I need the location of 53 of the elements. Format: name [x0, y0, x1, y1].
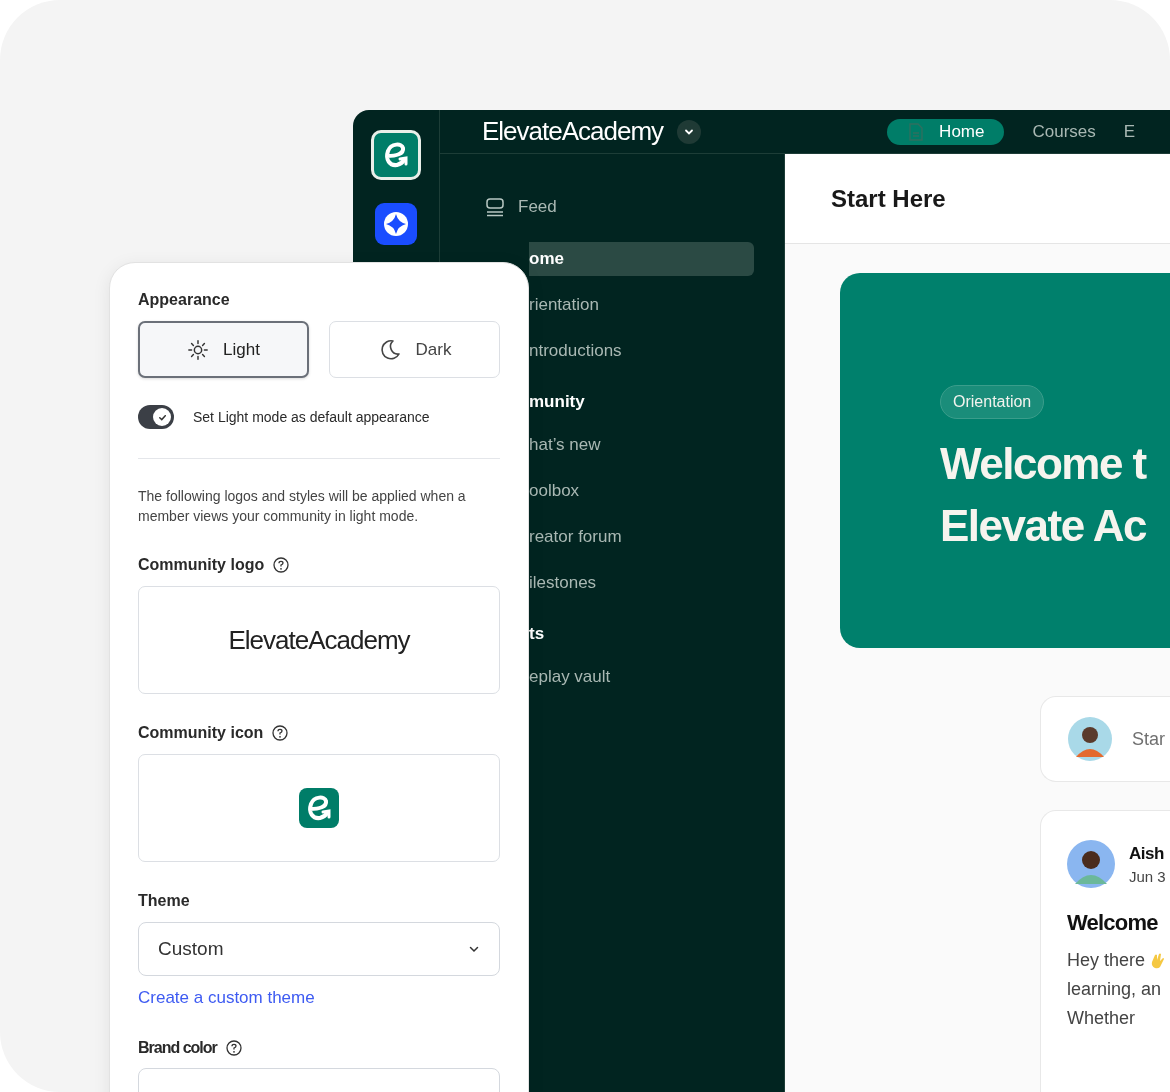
- post-input-field[interactable]: Star: [1132, 728, 1170, 750]
- icon-upload-area[interactable]: [138, 754, 500, 862]
- sidebar-item[interactable]: ome: [529, 242, 754, 276]
- feed-icon: [485, 197, 505, 217]
- document-icon: [909, 122, 924, 141]
- field-label: Brand color: [138, 1039, 217, 1057]
- post-text: Whether: [1067, 1008, 1136, 1029]
- community-logo-icon[interactable]: [371, 130, 421, 180]
- avatar-icon: [1068, 717, 1112, 761]
- field-label: Community logo: [138, 556, 265, 574]
- community-name[interactable]: ElevateAcademy: [482, 116, 664, 147]
- toggle-label: Set Light mode as default appearance: [193, 409, 430, 425]
- sidebar-item[interactable]: rientation: [529, 288, 754, 322]
- sun-icon: [187, 338, 210, 361]
- help-icon[interactable]: [225, 1040, 242, 1056]
- appearance-option[interactable]: Light: [138, 321, 309, 378]
- post-text: Hey there: [1067, 950, 1146, 971]
- category-tag: Orientation: [940, 385, 1045, 419]
- field-label: Theme: [138, 892, 190, 910]
- avatar-icon: [1067, 840, 1115, 888]
- appearance-option[interactable]: Dark: [329, 321, 500, 378]
- page-title: Start Here: [831, 184, 946, 213]
- sidebar-item[interactable]: reator forum: [529, 520, 754, 554]
- author-name[interactable]: Aish: [1129, 843, 1166, 864]
- nav-tab[interactable]: Home: [887, 118, 1005, 145]
- field-label: Community icon: [138, 724, 264, 742]
- sidebar-item[interactable]: ilestones: [529, 566, 754, 600]
- sidebar-item[interactable]: Feed: [485, 190, 754, 224]
- logo-wordmark: ElevateAcademy: [228, 624, 410, 656]
- description-text: The following logos and styles will be applied when a member views your community in light mode.: [138, 487, 467, 526]
- toggle-switch[interactable]: [138, 405, 174, 429]
- theme-select[interactable]: Custom: [138, 922, 500, 976]
- sidebar-item[interactable]: ntroductions: [529, 334, 754, 368]
- sidebar-heading: ts: [528, 624, 546, 645]
- waving-hand-icon: [1149, 951, 1166, 970]
- help-icon[interactable]: [272, 725, 289, 741]
- nav-tab[interactable]: E: [1123, 118, 1136, 145]
- post-date: Jun 3: [1129, 867, 1166, 885]
- nav-tab[interactable]: Courses: [1032, 118, 1096, 145]
- sidebar-item[interactable]: eplay vault: [529, 660, 754, 694]
- create-theme-link[interactable]: Create a custom theme: [138, 988, 315, 1008]
- sidebar-heading: munity: [528, 392, 586, 413]
- community-logo-icon: [299, 788, 339, 828]
- post-text: learning, an: [1067, 979, 1162, 1000]
- sidebar-item[interactable]: oolbox: [529, 474, 754, 508]
- hero-title: Welcome t Elevate Ac: [940, 438, 1148, 552]
- section-label: Appearance: [138, 291, 231, 309]
- logo-upload-area[interactable]: ElevateAcademy: [138, 586, 500, 694]
- chevron-down-icon[interactable]: [677, 119, 702, 144]
- sidebar-item[interactable]: hat’s new: [529, 428, 754, 462]
- post-title: Welcome: [1067, 910, 1159, 936]
- help-icon[interactable]: [273, 557, 290, 573]
- sparkle-app-icon[interactable]: [375, 203, 417, 245]
